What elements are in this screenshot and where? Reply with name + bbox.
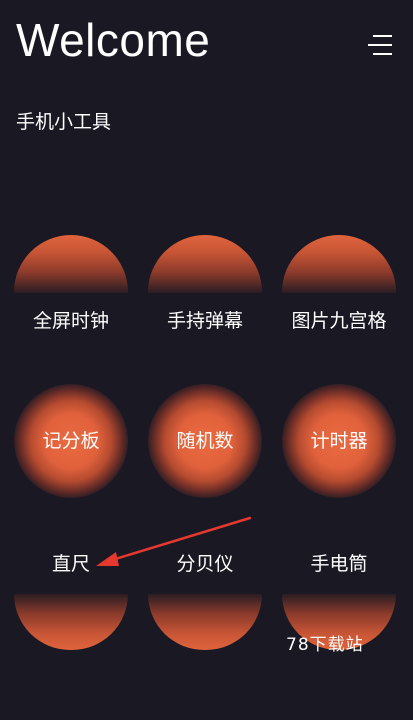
tool-label: 计时器 xyxy=(310,430,368,452)
tool-label: 手电筒 xyxy=(310,553,368,575)
tool-fullscreen-clock[interactable]: 全屏时钟 xyxy=(14,235,128,345)
tool-image-grid[interactable]: 图片九宫格 xyxy=(282,235,396,345)
tool-tile-graphic xyxy=(14,235,128,293)
menu-button[interactable] xyxy=(364,30,394,60)
tool-label: 随机数 xyxy=(176,430,234,452)
tool-random-number[interactable]: 随机数 xyxy=(148,384,262,498)
tool-label: 手持弹幕 xyxy=(166,310,243,332)
watermark-text: 78下载站 xyxy=(286,635,364,655)
tool-handheld-barrage[interactable]: 手持弹幕 xyxy=(148,235,262,345)
tool-label: 分贝仪 xyxy=(176,553,234,575)
section-subtitle: 手机小工具 xyxy=(16,111,112,133)
tool-tile-graphic xyxy=(148,235,262,293)
tool-label: 记分板 xyxy=(42,430,100,452)
tool-label: 直尺 xyxy=(51,553,90,575)
tool-scoreboard[interactable]: 记分板 xyxy=(14,384,128,498)
tool-timer[interactable]: 计时器 xyxy=(282,384,396,498)
tool-label: 全屏时钟 xyxy=(32,310,109,332)
hamburger-menu-icon xyxy=(368,35,392,55)
page-title: Welcome xyxy=(16,14,211,66)
tool-tile-graphic xyxy=(282,235,396,293)
tool-label: 图片九宫格 xyxy=(291,310,387,332)
